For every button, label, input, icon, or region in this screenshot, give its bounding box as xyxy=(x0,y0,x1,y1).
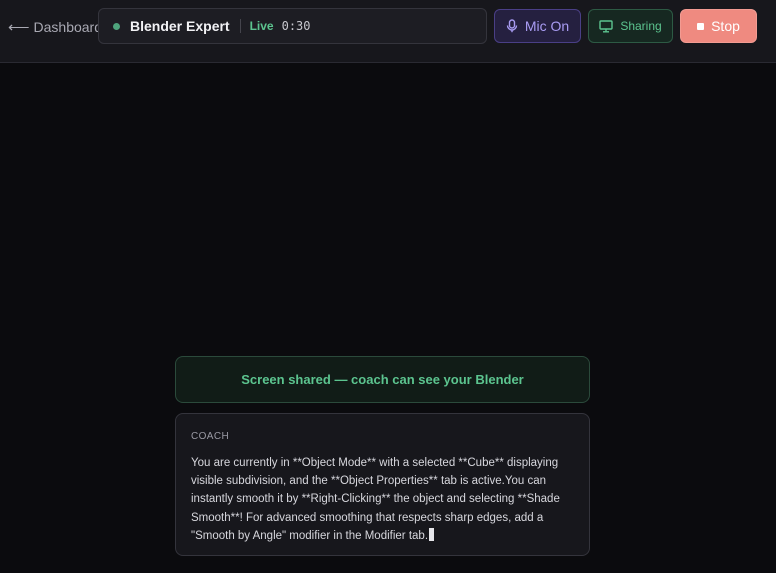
stop-button[interactable]: Stop xyxy=(680,9,757,43)
sharing-label: Sharing xyxy=(620,19,662,33)
coach-label: COACH xyxy=(191,431,230,442)
arrow-left-icon: ⟵ xyxy=(8,18,30,36)
session-info: Blender Expert Live 0:30 xyxy=(98,8,487,44)
mic-label: Mic On xyxy=(524,18,570,34)
stop-icon xyxy=(697,22,705,30)
coach-message-body: You are currently in **Object Mode** wit… xyxy=(191,454,574,545)
typing-cursor xyxy=(429,527,435,541)
session-timer: 0:30 xyxy=(281,19,311,33)
coach-message-card: COACH You are currently in **Object Mode… xyxy=(175,413,590,556)
status-dot-icon xyxy=(113,22,120,30)
microphone-icon xyxy=(506,19,518,33)
divider xyxy=(239,19,241,33)
back-to-dashboard-link[interactable]: ⟵ Dashboard xyxy=(8,17,102,37)
session-title: Blender Expert xyxy=(130,18,230,34)
back-label: Dashboard xyxy=(33,19,103,35)
live-status: Live xyxy=(249,19,274,33)
sharing-button[interactable]: Sharing xyxy=(588,9,673,43)
coach-message-text: You are currently in **Object Mode** wit… xyxy=(191,457,560,542)
banner-text: Screen shared — coach can see your Blend… xyxy=(241,372,524,387)
top-bar: ⟵ Dashboard Blender Expert Live 0:30 Mic… xyxy=(0,0,776,63)
mic-toggle-button[interactable]: Mic On xyxy=(494,9,581,43)
screen-shared-banner: Screen shared — coach can see your Blend… xyxy=(175,356,590,403)
monitor-icon xyxy=(599,19,614,33)
stop-label: Stop xyxy=(711,18,740,34)
